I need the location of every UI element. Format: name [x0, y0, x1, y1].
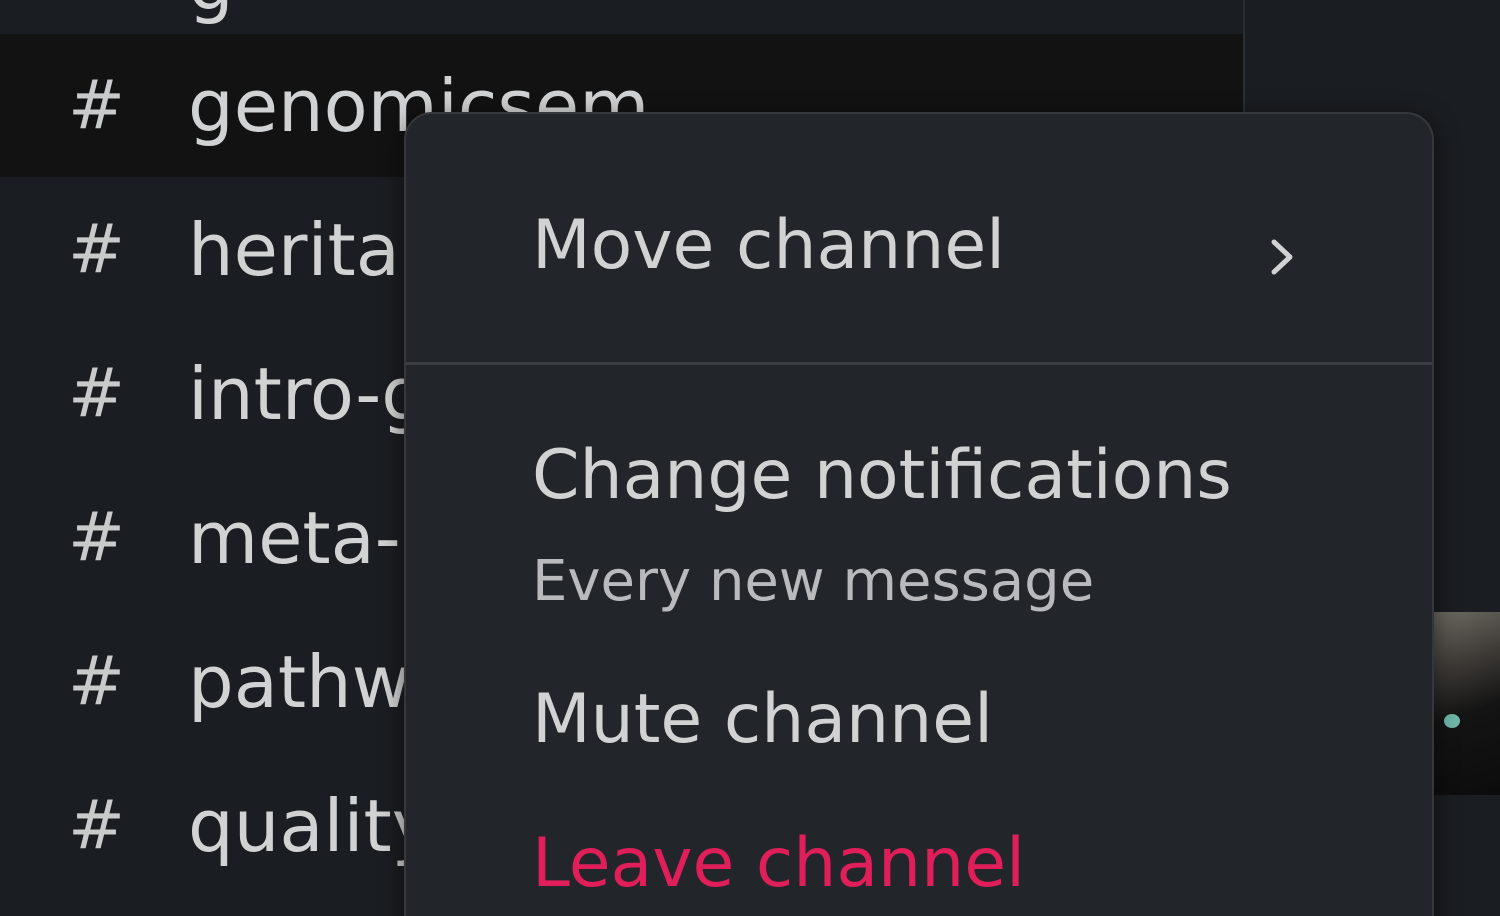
menu-divider: [406, 362, 1432, 365]
hash-icon: #: [68, 209, 125, 289]
hash-icon: #: [68, 785, 125, 865]
hash-icon: #: [68, 353, 125, 433]
channel-name-partial: g: [188, 0, 234, 26]
move-channel-menu-item[interactable]: Move channel: [532, 212, 1005, 280]
leave-channel-menu-item[interactable]: Leave channel: [532, 830, 1025, 898]
avatar: [1430, 612, 1500, 795]
hash-icon: #: [68, 497, 125, 577]
channel-context-menu: Move channel Change notifications Every …: [404, 112, 1434, 916]
notifications-value: Every new message: [532, 549, 1095, 614]
hash-icon: #: [68, 65, 125, 145]
chevron-right-icon[interactable]: [1266, 232, 1298, 282]
hash-icon: #: [68, 641, 125, 721]
channel-name: quality: [188, 783, 435, 868]
change-notifications-menu-item[interactable]: Change notifications: [532, 442, 1232, 510]
mute-channel-menu-item[interactable]: Mute channel: [532, 686, 993, 754]
avatar-eye: [1444, 714, 1460, 728]
app-screen: g # genomicsem # heritab # intro-g # met…: [0, 0, 1500, 916]
channel-row-partial[interactable]: g: [0, 0, 1243, 32]
channel-name: intro-g: [188, 351, 427, 436]
